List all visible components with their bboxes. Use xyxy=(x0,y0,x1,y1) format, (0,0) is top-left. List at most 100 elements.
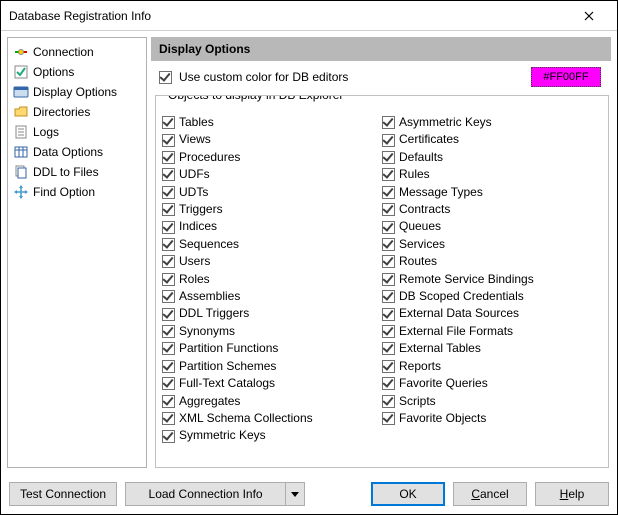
checkbox-item[interactable]: Remote Service Bindings xyxy=(382,271,602,288)
checkbox-label: Contracts xyxy=(399,201,450,218)
checkbox-item[interactable]: Roles xyxy=(162,271,382,288)
sidebar-item-ddl-to-files[interactable]: DDL to Files xyxy=(10,162,144,182)
checkbox-label: DDL Triggers xyxy=(179,305,249,322)
checkbox-item[interactable]: Defaults xyxy=(382,149,602,166)
checkbox-item[interactable]: Partition Schemes xyxy=(162,358,382,375)
object-checkbox[interactable] xyxy=(382,221,395,234)
checkbox-item[interactable]: DDL Triggers xyxy=(162,305,382,322)
checkbox-item[interactable]: Rules xyxy=(382,166,602,183)
checkbox-item[interactable]: XML Schema Collections xyxy=(162,410,382,427)
sidebar-item-options[interactable]: Options xyxy=(10,62,144,82)
checkbox-item[interactable]: Assemblies xyxy=(162,288,382,305)
chevron-down-icon xyxy=(291,492,299,498)
object-checkbox[interactable] xyxy=(382,342,395,355)
object-checkbox[interactable] xyxy=(162,221,175,234)
object-checkbox[interactable] xyxy=(162,342,175,355)
cancel-button[interactable]: Cancel xyxy=(453,482,527,506)
color-swatch[interactable]: #FF00FF xyxy=(531,67,601,87)
object-checkbox[interactable] xyxy=(162,325,175,338)
checkbox-item[interactable]: Scripts xyxy=(382,393,602,410)
test-connection-button[interactable]: Test Connection xyxy=(9,482,117,506)
object-checkbox[interactable] xyxy=(162,395,175,408)
object-checkbox[interactable] xyxy=(382,238,395,251)
object-checkbox[interactable] xyxy=(162,238,175,251)
object-checkbox[interactable] xyxy=(162,412,175,425)
checkbox-item[interactable]: Reports xyxy=(382,358,602,375)
checkbox-item[interactable]: External Tables xyxy=(382,340,602,357)
checkbox-item[interactable]: Users xyxy=(162,253,382,270)
checkbox-item[interactable]: Indices xyxy=(162,218,382,235)
checkbox-item[interactable]: Full-Text Catalogs xyxy=(162,375,382,392)
object-checkbox[interactable] xyxy=(382,308,395,321)
object-checkbox[interactable] xyxy=(162,290,175,303)
object-checkbox[interactable] xyxy=(162,151,175,164)
checkbox-item[interactable]: Symmetric Keys xyxy=(162,427,382,444)
object-checkbox[interactable] xyxy=(382,325,395,338)
checkbox-item[interactable]: Message Types xyxy=(382,184,602,201)
ok-button[interactable]: OK xyxy=(371,482,445,506)
checkbox-item[interactable]: Contracts xyxy=(382,201,602,218)
object-checkbox[interactable] xyxy=(162,360,175,373)
checkbox-label: Certificates xyxy=(399,131,459,148)
sidebar-item-logs[interactable]: Logs xyxy=(10,122,144,142)
checkbox-item[interactable]: Views xyxy=(162,131,382,148)
object-checkbox[interactable] xyxy=(162,116,175,129)
object-checkbox[interactable] xyxy=(162,430,175,443)
load-connection-button[interactable]: Load Connection Info xyxy=(125,482,285,506)
object-checkbox[interactable] xyxy=(382,186,395,199)
object-checkbox[interactable] xyxy=(382,360,395,373)
object-checkbox[interactable] xyxy=(382,290,395,303)
object-checkbox[interactable] xyxy=(162,255,175,268)
checkbox-item[interactable]: Services xyxy=(382,236,602,253)
checkbox-item[interactable]: Asymmetric Keys xyxy=(382,114,602,131)
checkbox-item[interactable]: Partition Functions xyxy=(162,340,382,357)
object-checkbox[interactable] xyxy=(382,412,395,425)
object-checkbox[interactable] xyxy=(162,168,175,181)
checkbox-item[interactable]: Sequences xyxy=(162,236,382,253)
object-checkbox[interactable] xyxy=(162,186,175,199)
close-button[interactable] xyxy=(569,2,609,30)
checkbox-item[interactable]: Routes xyxy=(382,253,602,270)
data-options-icon xyxy=(13,144,29,160)
object-checkbox[interactable] xyxy=(162,273,175,286)
checkbox-label: Message Types xyxy=(399,184,483,201)
object-checkbox[interactable] xyxy=(162,134,175,147)
checkbox-item[interactable]: External File Formats xyxy=(382,323,602,340)
help-button[interactable]: Help xyxy=(535,482,609,506)
sidebar-item-display-options[interactable]: Display Options xyxy=(10,82,144,102)
checkbox-item[interactable]: UDTs xyxy=(162,184,382,201)
checkbox-item[interactable]: Synonyms xyxy=(162,323,382,340)
object-checkbox[interactable] xyxy=(382,255,395,268)
sidebar-item-label: Data Options xyxy=(33,144,103,160)
use-custom-color-checkbox[interactable] xyxy=(159,71,172,84)
use-custom-color-label-wrap[interactable]: Use custom color for DB editors xyxy=(155,68,531,87)
object-checkbox[interactable] xyxy=(162,308,175,321)
load-connection-dropdown[interactable] xyxy=(285,482,305,506)
checkbox-item[interactable]: Tables xyxy=(162,114,382,131)
checkbox-label: Partition Functions xyxy=(179,340,278,357)
object-checkbox[interactable] xyxy=(382,168,395,181)
checkbox-item[interactable]: Favorite Queries xyxy=(382,375,602,392)
object-checkbox[interactable] xyxy=(382,151,395,164)
checkbox-item[interactable]: UDFs xyxy=(162,166,382,183)
object-checkbox[interactable] xyxy=(382,377,395,390)
object-checkbox[interactable] xyxy=(382,395,395,408)
object-checkbox[interactable] xyxy=(382,203,395,216)
checkbox-item[interactable]: DB Scoped Credentials xyxy=(382,288,602,305)
object-checkbox[interactable] xyxy=(382,273,395,286)
object-checkbox[interactable] xyxy=(382,116,395,129)
checkbox-item[interactable]: Favorite Objects xyxy=(382,410,602,427)
sidebar-item-find-option[interactable]: Find Option xyxy=(10,182,144,202)
checkbox-item[interactable]: Procedures xyxy=(162,149,382,166)
checkbox-item[interactable]: Certificates xyxy=(382,131,602,148)
checkbox-item[interactable]: Aggregates xyxy=(162,393,382,410)
checkbox-item[interactable]: External Data Sources xyxy=(382,305,602,322)
sidebar-item-data-options[interactable]: Data Options xyxy=(10,142,144,162)
sidebar-item-connection[interactable]: Connection xyxy=(10,42,144,62)
object-checkbox[interactable] xyxy=(162,203,175,216)
checkbox-item[interactable]: Triggers xyxy=(162,201,382,218)
sidebar-item-directories[interactable]: Directories xyxy=(10,102,144,122)
object-checkbox[interactable] xyxy=(162,377,175,390)
object-checkbox[interactable] xyxy=(382,134,395,147)
checkbox-item[interactable]: Queues xyxy=(382,218,602,235)
